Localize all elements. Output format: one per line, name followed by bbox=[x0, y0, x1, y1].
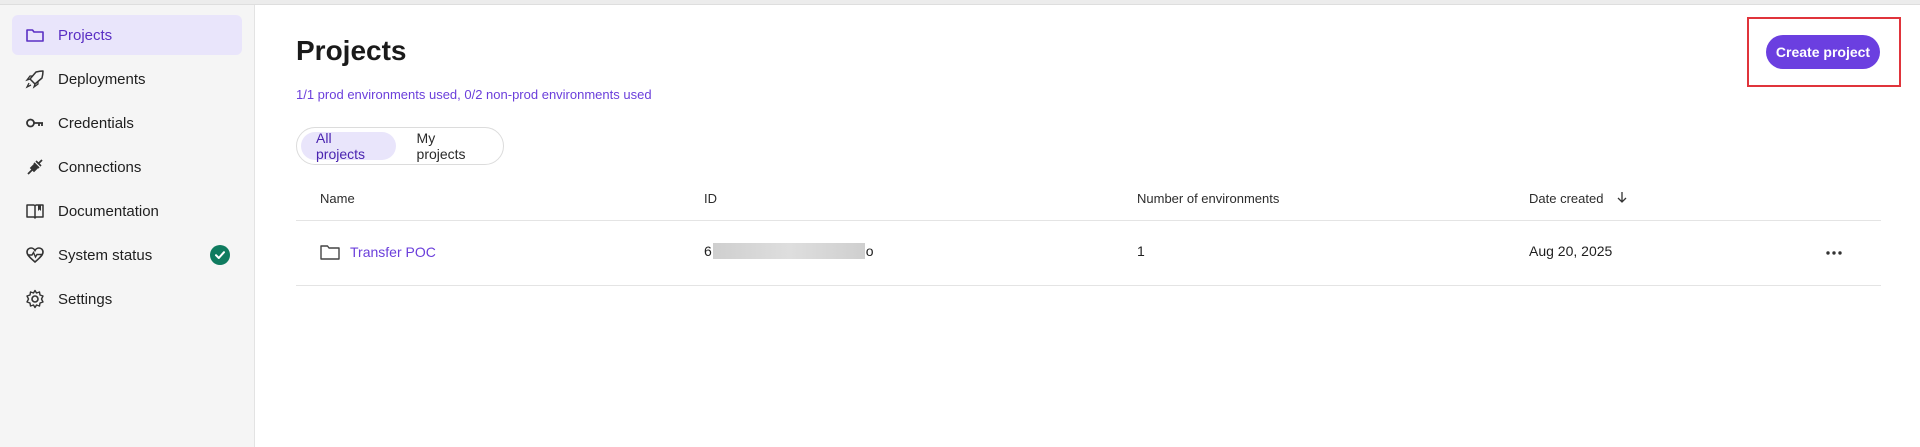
key-icon bbox=[24, 112, 46, 134]
sort-arrow-down-icon bbox=[1617, 191, 1627, 206]
sidebar-item-label: System status bbox=[58, 246, 153, 264]
main-content: Projects 1/1 prod environments used, 0/2… bbox=[296, 5, 1901, 447]
project-id: 6 o bbox=[704, 243, 874, 259]
column-date-created[interactable]: Date created bbox=[1529, 191, 1627, 206]
sidebar-item-system-status[interactable]: System status bbox=[12, 235, 242, 275]
column-date-label: Date created bbox=[1529, 191, 1604, 206]
sidebar-item-label: Connections bbox=[58, 158, 142, 176]
redacted-id bbox=[712, 243, 865, 259]
sidebar-item-label: Documentation bbox=[58, 202, 159, 220]
plug-icon bbox=[24, 156, 46, 178]
tab-my-projects[interactable]: My projects bbox=[402, 130, 499, 162]
project-filter-tabs: All projects My projects bbox=[296, 127, 504, 165]
sidebar-item-label: Settings bbox=[58, 290, 113, 308]
projects-table: Name ID Number of environments Date crea… bbox=[296, 177, 1881, 286]
project-name-link[interactable]: Transfer POC bbox=[320, 243, 436, 261]
sidebar-item-documentation[interactable]: Documentation bbox=[12, 191, 242, 231]
project-id-start: 6 bbox=[704, 243, 712, 259]
sidebar-item-label: Projects bbox=[58, 26, 113, 44]
table-row[interactable]: Transfer POC 6 o 1 Aug 20, 2025 bbox=[296, 221, 1881, 286]
sidebar-item-settings[interactable]: Settings bbox=[12, 279, 242, 319]
folder-icon bbox=[320, 245, 340, 260]
sidebar-item-credentials[interactable]: Credentials bbox=[12, 103, 242, 143]
sidebar-item-deployments[interactable]: Deployments bbox=[12, 59, 242, 99]
rocket-icon bbox=[24, 68, 46, 90]
check-circle-icon bbox=[210, 245, 230, 265]
sidebar-item-label: Credentials bbox=[58, 114, 134, 132]
environment-usage: 1/1 prod environments used, 0/2 non-prod… bbox=[296, 87, 652, 102]
page-title: Projects bbox=[296, 35, 407, 66]
column-name[interactable]: Name bbox=[320, 191, 355, 206]
tab-all-projects[interactable]: All projects bbox=[301, 130, 396, 162]
sidebar-item-label: Deployments bbox=[58, 70, 146, 88]
gear-icon bbox=[24, 288, 46, 310]
sidebar-nav: Projects Deployments Credentials Connect… bbox=[0, 5, 254, 319]
date-created: Aug 20, 2025 bbox=[1529, 243, 1613, 259]
column-environments[interactable]: Number of environments bbox=[1137, 191, 1279, 206]
environment-count: 1 bbox=[1137, 243, 1145, 259]
column-id[interactable]: ID bbox=[704, 191, 717, 206]
project-name: Transfer POC bbox=[350, 244, 436, 260]
book-icon bbox=[24, 200, 46, 222]
more-options-icon[interactable] bbox=[1822, 245, 1846, 261]
table-header: Name ID Number of environments Date crea… bbox=[296, 177, 1881, 221]
project-id-end: o bbox=[865, 243, 874, 259]
sidebar-item-connections[interactable]: Connections bbox=[12, 147, 242, 187]
create-project-button[interactable]: Create project bbox=[1766, 35, 1880, 69]
sidebar-item-projects[interactable]: Projects bbox=[12, 15, 242, 55]
heartbeat-icon bbox=[24, 244, 46, 266]
folder-icon bbox=[24, 24, 46, 46]
sidebar: Projects Deployments Credentials Connect… bbox=[0, 5, 255, 447]
